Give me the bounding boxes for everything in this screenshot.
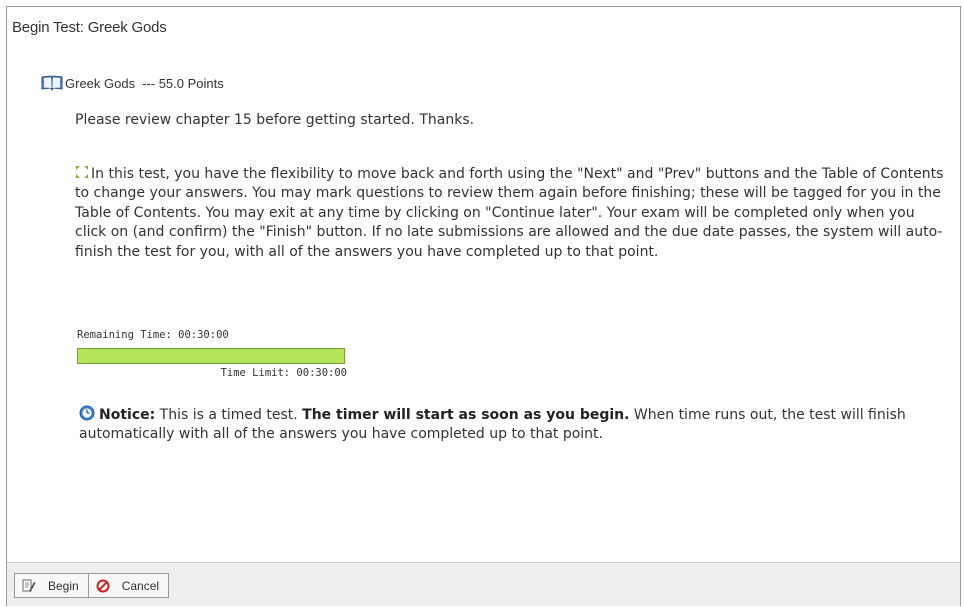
begin-button[interactable]: Begin [15, 574, 88, 597]
action-toolbar: Begin Cancel [7, 562, 960, 606]
cancel-circle-icon [96, 579, 110, 593]
notice-label: Notice: [99, 407, 156, 423]
timed-test-notice: Notice: This is a timed test. The timer … [79, 405, 959, 444]
timer-progress-bar [77, 348, 345, 364]
test-name: Greek Gods [65, 75, 136, 91]
test-description: Please review chapter 15 before getting … [75, 112, 475, 128]
time-limit: Time Limit: 00:30:00 [220, 367, 347, 379]
clock-icon [79, 405, 95, 421]
notice-bold-text: The timer will start as soon as you begi… [302, 407, 630, 423]
page-title: Begin Test: Greek Gods [12, 19, 167, 36]
instructions-text: In this test, you have the flexibility t… [75, 166, 944, 260]
cancel-button[interactable]: Cancel [87, 574, 168, 597]
notice-text: This is a timed test. [155, 407, 303, 423]
timer: Remaining Time: 00:30:00 Time Limit: 00:… [77, 329, 357, 379]
cancel-label: Cancel [121, 578, 160, 593]
test-points: --- 55.0 Points [142, 75, 224, 91]
book-icon [41, 74, 63, 92]
timer-progress-fill [78, 349, 344, 363]
test-instructions: In this test, you have the flexibility t… [75, 165, 945, 262]
test-heading: Greek Gods --- 55.0 Points [41, 74, 224, 92]
pencil-paper-icon [22, 579, 36, 593]
test-window: Begin Test: Greek Gods Greek Gods --- 55… [6, 6, 961, 606]
begin-label: Begin [48, 578, 79, 593]
button-group: Begin Cancel [14, 573, 170, 598]
remaining-time: Remaining Time: 00:30:00 [77, 329, 229, 341]
expand-arrows-icon [75, 165, 89, 179]
